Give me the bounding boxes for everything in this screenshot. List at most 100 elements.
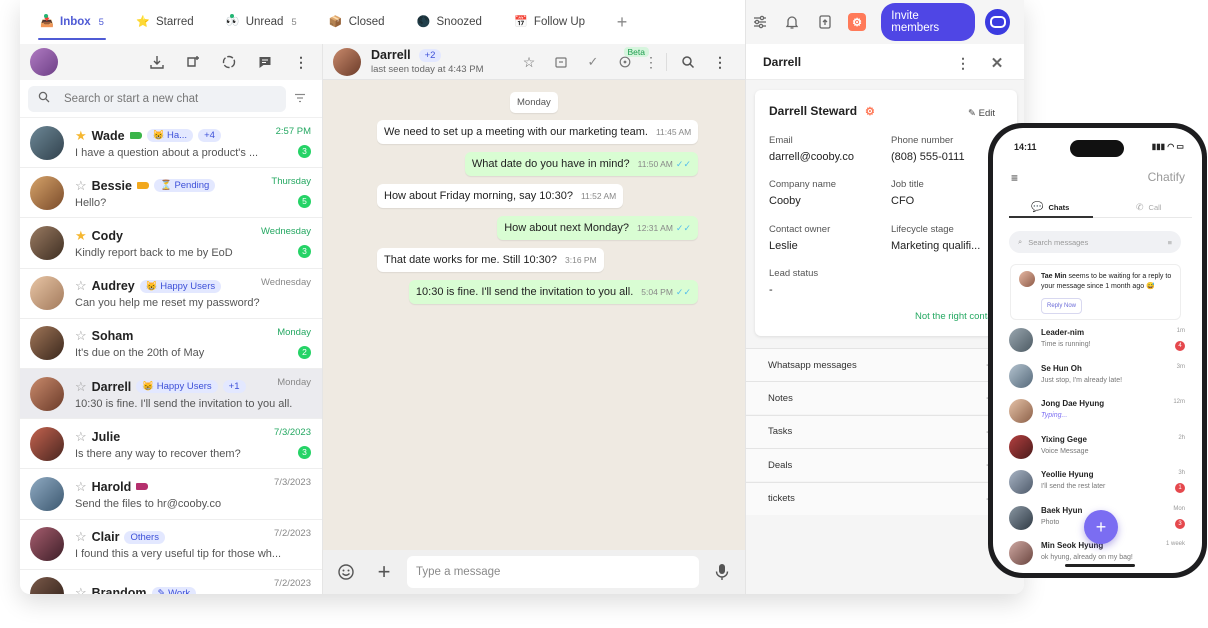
status-icon[interactable] — [214, 47, 244, 77]
cooby-logo-icon[interactable] — [985, 9, 1010, 35]
field-value[interactable]: Marketing qualifi... — [891, 240, 991, 252]
phone-chat-row[interactable]: Yixing Gege Voice Message 2h — [1009, 432, 1187, 467]
edit-contact-button[interactable]: ✎ Edit — [968, 108, 995, 119]
new-chat-fab[interactable]: + — [1084, 510, 1118, 544]
section-whatsapp-messages[interactable]: Whatsapp messages+ — [746, 348, 1024, 381]
incoming-message[interactable]: How about Friday morning, say 10:30? 11:5… — [377, 184, 624, 208]
field-value[interactable]: darrell@cooby.co — [769, 151, 879, 163]
phone-chat-row[interactable]: Yeollie Hyung I'll send the rest later 3h 1 — [1009, 467, 1187, 502]
phone-chat-row[interactable]: Leader-nim Time is running! 1m 4 — [1009, 325, 1187, 360]
new-group-icon[interactable] — [178, 47, 208, 77]
star-icon[interactable]: ☆ — [75, 328, 87, 344]
conversation-title[interactable]: Darrell — [371, 48, 411, 62]
message-composer: + Type a message — [323, 550, 745, 594]
hamburger-icon[interactable]: ≡ — [1011, 171, 1018, 185]
tab-unread[interactable]: 👀 Unread 5 — [210, 0, 313, 44]
chat-row[interactable]: ★ Wade 😸 Ha... +4 I have a question about a … — [20, 118, 322, 169]
chat-row[interactable]: ☆ Clair Others I found this a very useful t… — [20, 520, 322, 570]
search-input[interactable]: Search or start a new chat — [28, 85, 286, 112]
incoming-message[interactable]: We need to set up a meeting with our mar… — [377, 120, 699, 144]
more-options-icon[interactable]: ⋮ — [642, 47, 660, 77]
participants-badge[interactable]: +2 — [418, 48, 442, 62]
avatar — [30, 125, 64, 160]
chat-row[interactable]: ☆ Darrell 😸 Happy Users +1 10:30 is fine. I'… — [20, 368, 322, 420]
conversation-menu-icon[interactable]: ⋮ — [705, 47, 735, 77]
tab-follow-up[interactable]: 📅 Follow Up — [498, 0, 601, 44]
field-value[interactable]: - — [769, 284, 879, 296]
chat-time: 7/2/2023 — [274, 577, 311, 589]
export-icon[interactable] — [811, 7, 839, 37]
outgoing-message[interactable]: How about next Monday? 12:31 AM ✓✓ — [497, 216, 698, 240]
incoming-message[interactable]: That date works for me. Still 10:30? 3:16… — [377, 248, 604, 272]
menu-kebab-icon[interactable]: ⋮ — [286, 47, 316, 77]
star-icon[interactable]: ☆ — [514, 47, 544, 77]
close-icon[interactable]: ✕ — [982, 48, 1012, 78]
chat-time: Monday — [277, 376, 311, 388]
filter-icon[interactable] — [286, 92, 314, 106]
emoji-icon[interactable] — [331, 557, 361, 587]
download-icon[interactable] — [142, 47, 172, 77]
chat-preview: It's due on the 20th of May — [75, 347, 205, 360]
hubspot-icon[interactable]: ⚙ — [843, 7, 871, 37]
reply-now-button[interactable]: Reply Now — [1041, 298, 1083, 314]
field-value[interactable]: Leslie — [769, 240, 879, 252]
phone-search-input[interactable]: ⌕ Search messages ≡ — [1009, 231, 1181, 253]
star-icon[interactable]: ☆ — [75, 278, 87, 294]
phone-chat-row[interactable]: Jong Dae Hyung Typing... 12m — [1009, 396, 1187, 431]
outgoing-message[interactable]: What date do you have in mind? 11:50 AM ✓✓ — [464, 152, 698, 176]
chat-row[interactable]: ☆ Harold Send the files to hr@cooby.co 7/3/… — [20, 469, 322, 520]
section-tickets[interactable]: tickets+ — [746, 481, 1024, 515]
contact-more-icon[interactable]: ⋮ — [948, 48, 978, 78]
chat-row[interactable]: ☆ Audrey 😸 Happy Users Can you help me rese… — [20, 269, 322, 319]
contact-avatar[interactable] — [333, 47, 361, 76]
my-avatar[interactable] — [30, 48, 58, 76]
field-value[interactable]: Cooby — [769, 195, 879, 207]
microphone-icon[interactable] — [707, 557, 737, 587]
star-icon[interactable]: ★ — [75, 128, 87, 144]
settings-sliders-icon[interactable] — [746, 7, 774, 37]
chat-row[interactable]: ☆ Brandom ✎ Work 7/2/2023 — [20, 570, 322, 594]
notification-bell-icon[interactable] — [778, 7, 806, 37]
chat-preview: Can you help me reset my password? — [75, 297, 260, 310]
chat-row[interactable]: ☆ Soham It's due on the 20th of May Monday 2 — [20, 319, 322, 369]
star-icon[interactable]: ☆ — [75, 379, 87, 395]
search-messages-icon[interactable] — [673, 47, 703, 77]
section-deals[interactable]: Deals+ — [746, 448, 1024, 482]
field-value[interactable]: (808) 555-0111 — [891, 151, 1001, 163]
phone-filter-icon[interactable]: ≡ — [1168, 238, 1172, 247]
phone-chat-message: Just stop, I'm already late! — [1041, 376, 1123, 384]
star-icon[interactable]: ☆ — [75, 178, 87, 194]
chat-preview: Is there any way to recover them? — [75, 447, 241, 460]
tab-snoozed[interactable]: 🌑 Snoozed — [401, 0, 498, 44]
chat-row[interactable]: ☆ Julie Is there any way to recover them? 7… — [20, 419, 322, 470]
section-tasks[interactable]: Tasks+ — [746, 414, 1024, 448]
archive-icon[interactable] — [546, 47, 576, 77]
section-notes[interactable]: Notes+ — [746, 381, 1024, 415]
message-input[interactable]: Type a message — [407, 556, 699, 588]
new-chat-icon[interactable] — [250, 47, 280, 77]
tab-inbox[interactable]: 📥 Inbox 5 — [24, 0, 120, 44]
star-icon[interactable]: ☆ — [75, 529, 87, 545]
star-icon[interactable]: ☆ — [75, 429, 87, 445]
check-icon[interactable]: ✓ — [578, 47, 608, 77]
chat-time: 7/2/2023 — [274, 527, 311, 539]
chat-row[interactable]: ★ Cody Kindly report back to me by EoD Wedn… — [20, 218, 322, 269]
attach-plus-icon[interactable]: + — [369, 557, 399, 587]
tab-starred[interactable]: ⭐ Starred — [120, 0, 210, 44]
not-right-contact-link[interactable]: Not the right conta — [915, 311, 993, 322]
chat-row[interactable]: ☆ Bessie ⏳ Pending Hello? Thursday 5 — [20, 168, 322, 219]
chat-preview: I found this a very useful tip for those… — [75, 548, 282, 561]
chat-name: Wade — [91, 128, 125, 143]
snooze-icon[interactable] — [610, 47, 640, 77]
star-icon[interactable]: ☆ — [75, 585, 87, 594]
star-icon[interactable]: ☆ — [75, 479, 87, 495]
chat-label: 😸 Ha... — [146, 129, 194, 143]
field-value[interactable]: CFO — [891, 195, 1001, 207]
invite-members-button[interactable]: Invite members — [881, 3, 976, 41]
add-tab-button[interactable]: + — [607, 7, 637, 37]
outgoing-message[interactable]: 10:30 is fine. I'll send the invitation … — [408, 280, 698, 304]
phone-chat-message: Voice Message — [1041, 447, 1089, 455]
tab-closed[interactable]: 📦 Closed — [313, 0, 401, 44]
phone-chat-row[interactable]: Se Hun Oh Just stop, I'm already late! 3m — [1009, 361, 1187, 396]
star-icon[interactable]: ★ — [75, 228, 87, 244]
